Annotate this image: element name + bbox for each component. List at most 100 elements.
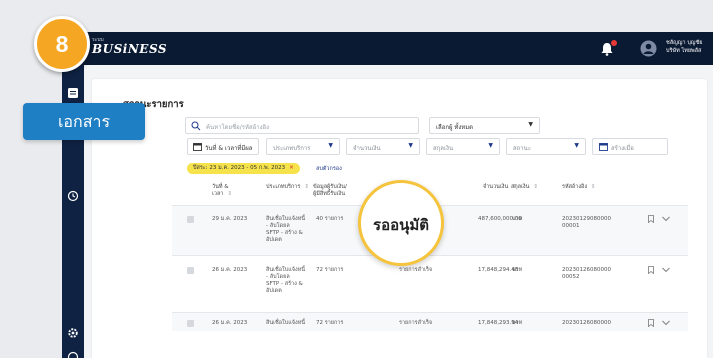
ref-line: 00052 — [562, 274, 580, 280]
bookmark-icon[interactable] — [648, 319, 654, 327]
row-ref: 20230126080000 00052 — [562, 267, 611, 281]
amount-select[interactable]: จำนวนเงิน ▼ — [346, 138, 420, 155]
row-date: 26 ม.ค. 2023 — [212, 320, 248, 326]
logo-prefix: ระบบ — [92, 37, 104, 43]
search-placeholder: ค้นหาโดยชื่อ/รหัสอ้างอิง — [206, 124, 270, 131]
chevron-down-icon: ▼ — [528, 121, 533, 128]
settings-icon[interactable] — [67, 327, 79, 339]
chevron-down-icon[interactable] — [662, 216, 670, 222]
user-avatar[interactable] — [640, 40, 657, 57]
date-filter-button[interactable]: วันที่ & เวลาที่มีผล — [187, 138, 259, 155]
document-icon[interactable] — [67, 87, 79, 99]
chevron-down-icon: ▼ — [574, 142, 579, 149]
row-currency: บาท — [512, 320, 523, 326]
column-header-date[interactable]: วันที่ & เวลา ⇕ — [212, 184, 232, 198]
chevron-down-icon: ▼ — [408, 142, 413, 149]
sort-icon: ⇕ — [533, 184, 538, 190]
ref-line: 00001 — [562, 223, 580, 229]
step-badge: 8 — [34, 16, 90, 72]
row-payee: 72 รายการ — [316, 320, 344, 326]
row-checkbox[interactable] — [187, 216, 194, 223]
service-line: SFTP - สร้าง & — [266, 230, 303, 236]
clock-icon[interactable] — [67, 190, 79, 202]
row-status: รายการสำเร็จ — [399, 320, 433, 326]
currency-select[interactable]: สกุลเงิน ▼ — [426, 138, 500, 155]
row-date: 26 ม.ค. 2023 — [212, 267, 248, 273]
calendar-icon — [193, 143, 202, 151]
logo-text: BUSiNESS — [92, 42, 168, 56]
active-filter-chip[interactable]: ปีสระ: 23 ม.ค. 2023 - 05 ก.พ. 2023 ✕ — [187, 163, 300, 174]
row-currency: บาท — [512, 267, 523, 273]
app-logo[interactable]: ระบบ BUSiNESS — [92, 37, 168, 56]
user-name[interactable]: ชลัญญา บุญชัย บริษัท ไทยพลัส — [666, 39, 702, 55]
callout-text: รออนุมัติ — [373, 216, 429, 234]
menu-callout-label: เอกสาร — [23, 103, 145, 140]
header-ref-label: รหัสอ้างอิง — [562, 184, 588, 190]
service-line: SFTP - สร้าง & — [266, 281, 303, 287]
created-date-filter[interactable]: สร้างเมื่อ — [592, 138, 668, 155]
ref-line: 20230126080000 — [562, 267, 611, 273]
notification-dot — [611, 40, 617, 46]
row-service: สินเชื่อใบแจ้งหนี้ - ลับโดยล SFTP - สร้า… — [266, 216, 305, 244]
account-select[interactable]: เลือกผู้ ทั้งหมด ▼ — [429, 117, 540, 134]
service-line: อัปเดต — [266, 237, 282, 243]
notification-button[interactable] — [599, 40, 617, 57]
user-icon — [640, 40, 657, 57]
amount-label: จำนวนเงิน — [353, 145, 381, 152]
calendar-icon — [599, 143, 608, 151]
service-type-select[interactable]: ประเภทบริการ ▼ — [266, 138, 340, 155]
sort-icon: ⇕ — [227, 191, 233, 197]
user-name-line1: ชลัญญา บุญชัย — [666, 40, 703, 46]
service-line: สินเชื่อใบแจ้งหนี้ — [266, 216, 306, 222]
row-currency: บาท — [512, 216, 523, 222]
column-header-payee[interactable]: ข้อมูลผู้รับเงิน/ ผู้มีสิทธิ์รับเงิน — [313, 184, 347, 198]
search-input[interactable]: ค้นหาโดยชื่อ/รหัสอ้างอิง — [185, 117, 419, 134]
chevron-down-icon[interactable] — [662, 320, 670, 326]
row-service: สินเชื่อใบแจ้งหนี้ — [266, 320, 306, 326]
status-select[interactable]: สถานะ ▼ — [506, 138, 586, 155]
service-line: อัปเดต — [266, 288, 282, 294]
currency-label: สกุลเงิน — [433, 145, 454, 152]
clear-filters-link[interactable]: ลบตัวกรอง — [316, 165, 342, 173]
row-payee: 40 รายการ — [316, 216, 344, 222]
service-line: สินเชื่อใบแจ้งหนี้ — [266, 267, 306, 273]
status-callout-magnifier: รออนุมัติ — [358, 180, 444, 266]
bookmark-icon[interactable] — [648, 215, 654, 223]
chevron-down-icon: ▼ — [488, 142, 493, 149]
close-icon[interactable]: ✕ — [289, 165, 294, 171]
row-ref: 20230126080000 — [562, 320, 611, 326]
row-checkbox[interactable] — [187, 320, 194, 327]
search-icon — [191, 121, 201, 131]
header-currency-label: สกุลเงิน — [511, 184, 530, 190]
row-service: สินเชื่อใบแจ้งหนี้ - ลับโดยล SFTP - สร้า… — [266, 267, 305, 295]
column-header-currency[interactable]: สกุลเงิน ⇕ — [511, 184, 538, 191]
account-select-value: เลือกผู้ ทั้งหมด — [436, 124, 474, 131]
divider — [172, 255, 688, 256]
row-date: 29 ม.ค. 2023 — [212, 216, 248, 222]
row-payee: 72 รายการ — [316, 267, 344, 273]
sort-icon: ⇕ — [591, 184, 596, 190]
service-line: - ลับโดยล — [266, 223, 290, 229]
date-filter-label: วันที่ & เวลาที่มีผล — [205, 145, 253, 152]
column-header-service[interactable]: ประเภทบริการ ⇕ — [266, 184, 309, 191]
sort-icon: ⇕ — [304, 184, 309, 190]
ref-line: 20230129080000 — [562, 216, 611, 222]
row-ref: 20230129080000 00001 — [562, 216, 611, 230]
chevron-down-icon[interactable] — [662, 267, 670, 273]
help-icon[interactable] — [67, 351, 79, 358]
header-service-label: ประเภทบริการ — [266, 184, 301, 190]
top-bar: ระบบ BUSiNESS ชลัญญา บุญชัย บริษัท ไทยพล… — [62, 32, 713, 65]
created-date-label: สร้างเมื่อ — [611, 145, 634, 152]
step-number: 8 — [55, 31, 69, 57]
row-status: รายการสำเร็จ — [399, 267, 433, 273]
header-amount-label: จำนวนเงิน — [483, 184, 509, 190]
service-line: - ลับโดยล — [266, 274, 290, 280]
status-label: สถานะ — [513, 145, 531, 152]
chevron-down-icon: ▼ — [328, 142, 333, 149]
bookmark-icon[interactable] — [648, 266, 654, 274]
header-payee-label: ข้อมูลผู้รับเงิน/ ผู้มีสิทธิ์รับเงิน — [313, 184, 347, 197]
column-header-ref[interactable]: รหัสอ้างอิง ⇕ — [562, 184, 596, 191]
row-checkbox[interactable] — [187, 267, 194, 274]
service-type-label: ประเภทบริการ — [273, 145, 311, 152]
user-company: บริษัท ไทยพลัส — [666, 48, 702, 54]
